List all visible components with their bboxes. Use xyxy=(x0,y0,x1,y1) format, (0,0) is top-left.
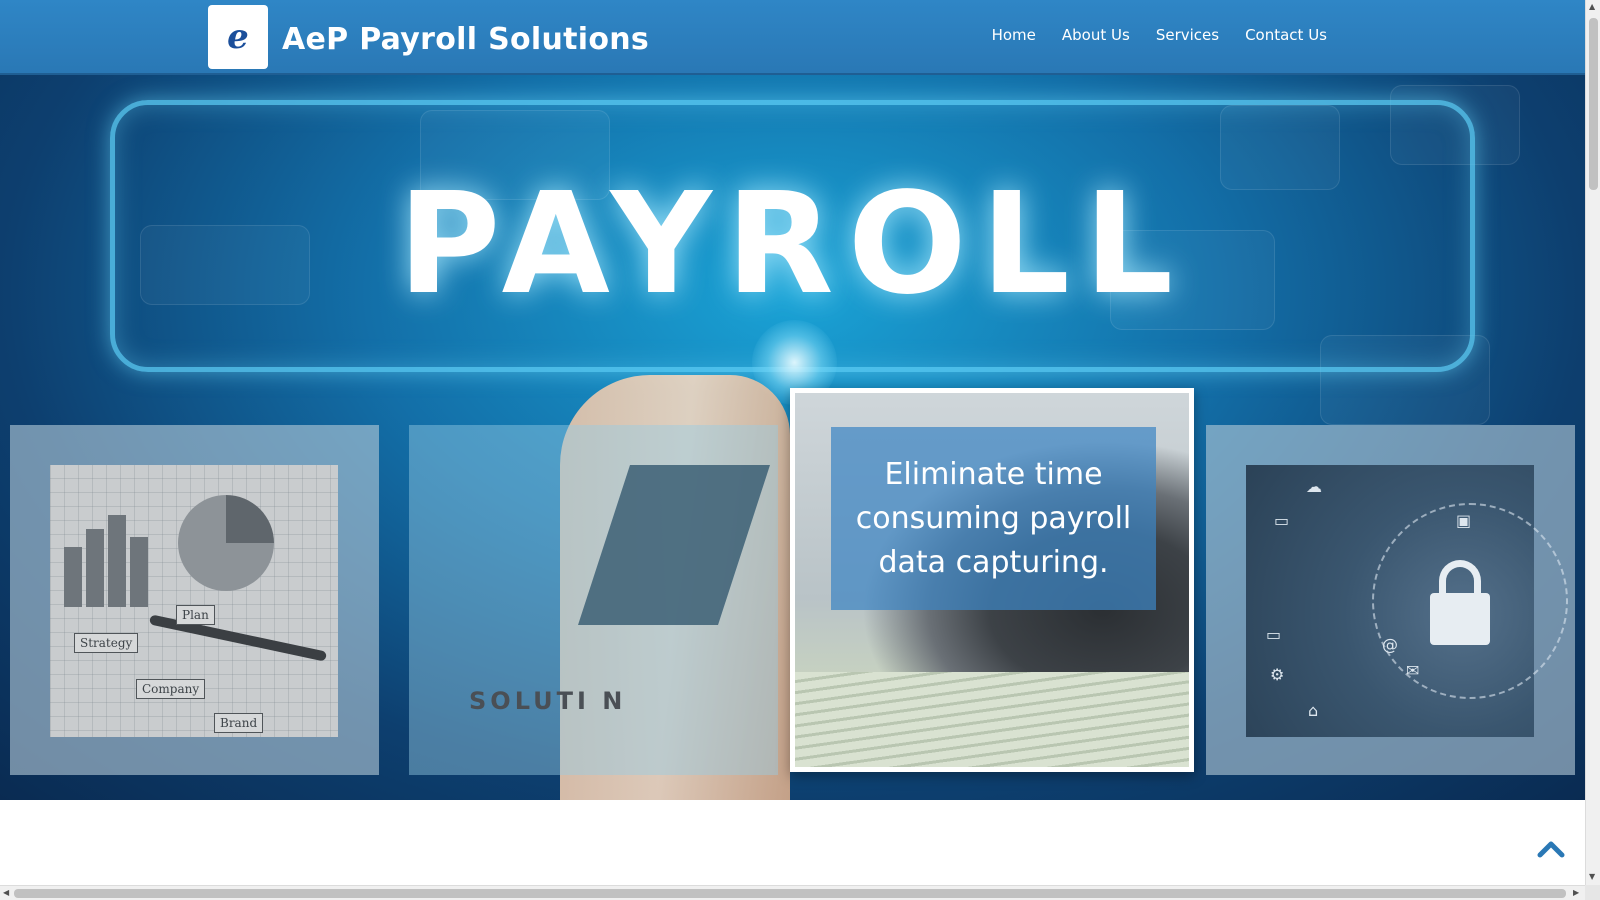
hero-banner: PAYROLL Strategy Plan Company Brand SOLU… xyxy=(0,75,1585,800)
slide-card-active[interactable]: Eliminate time consuming payroll data ca… xyxy=(790,388,1194,772)
watch-money-image: Eliminate time consuming payroll data ca… xyxy=(795,393,1189,767)
lock-body xyxy=(1430,593,1490,645)
slide-card-security[interactable]: ☁ ▭ @ ✉ ⚙ ⌂ ▭ ▣ xyxy=(1206,425,1575,775)
home-icon: ⌂ xyxy=(1308,701,1319,720)
nav-about-us[interactable]: About Us xyxy=(1062,26,1130,44)
solution-text: SOLUTI N xyxy=(469,687,627,715)
chart-bar-decoration xyxy=(130,537,148,607)
printer-icon: ▭ xyxy=(1274,511,1290,530)
nav-home[interactable]: Home xyxy=(992,26,1036,44)
slide-caption-text: Eliminate time consuming payroll data ca… xyxy=(855,456,1132,580)
gear-icon: ⚙ xyxy=(1270,665,1285,684)
scrollbar-corner xyxy=(1585,885,1600,900)
security-image: ☁ ▭ @ ✉ ⚙ ⌂ ▭ ▣ xyxy=(1246,465,1568,737)
scroll-right-arrow-icon[interactable]: ▶ xyxy=(1573,888,1579,897)
scroll-down-arrow-icon[interactable]: ▼ xyxy=(1589,872,1595,881)
nav-contact-us[interactable]: Contact Us xyxy=(1245,26,1327,44)
back-to-top-button[interactable] xyxy=(1536,836,1566,860)
scroll-left-arrow-icon[interactable]: ◀ xyxy=(3,888,9,897)
payroll-headline: PAYROLL xyxy=(397,163,1188,326)
horizontal-scrollbar[interactable]: ◀ ▶ xyxy=(0,885,1585,900)
site-logo[interactable]: e xyxy=(208,5,268,69)
chevron-up-icon xyxy=(1537,841,1565,858)
strategy-image: Strategy Plan Company Brand xyxy=(50,465,338,737)
brand-tag: Brand xyxy=(214,713,264,733)
slide-caption: Eliminate time consuming payroll data ca… xyxy=(831,427,1156,610)
mail-icon: ✉ xyxy=(1406,661,1420,680)
chart-bar-decoration xyxy=(86,529,104,607)
main-nav: Home About Us Services Contact Us xyxy=(992,26,1327,44)
horizontal-scroll-thumb[interactable] xyxy=(14,889,1566,898)
strategy-tag: Strategy xyxy=(74,633,139,653)
sleeve-image xyxy=(578,465,770,625)
at-sign-icon: @ xyxy=(1382,635,1398,654)
site-header: e AeP Payroll Solutions Home About Us Se… xyxy=(0,0,1585,75)
logo-letter: e xyxy=(227,17,249,57)
banknotes-image xyxy=(795,672,1189,767)
laptop-icon: ▭ xyxy=(1266,625,1282,644)
chart-bar-decoration xyxy=(108,515,126,607)
slide-card-strategy[interactable]: Strategy Plan Company Brand xyxy=(10,425,379,775)
site-title[interactable]: AeP Payroll Solutions xyxy=(282,22,649,57)
cloud-icon: ☁ xyxy=(1306,477,1322,496)
chart-bar-decoration xyxy=(64,547,82,607)
plan-tag: Plan xyxy=(176,605,215,625)
image-icon: ▣ xyxy=(1456,511,1472,530)
pie-chart-decoration xyxy=(178,495,274,591)
company-tag: Company xyxy=(136,679,206,699)
vertical-scrollbar[interactable]: ▲ ▼ xyxy=(1585,0,1600,885)
slide-card-solution[interactable]: SOLUTI N xyxy=(409,425,778,775)
vertical-scroll-thumb[interactable] xyxy=(1589,18,1598,190)
nav-services[interactable]: Services xyxy=(1156,26,1219,44)
scroll-up-arrow-icon[interactable]: ▲ xyxy=(1589,2,1595,11)
